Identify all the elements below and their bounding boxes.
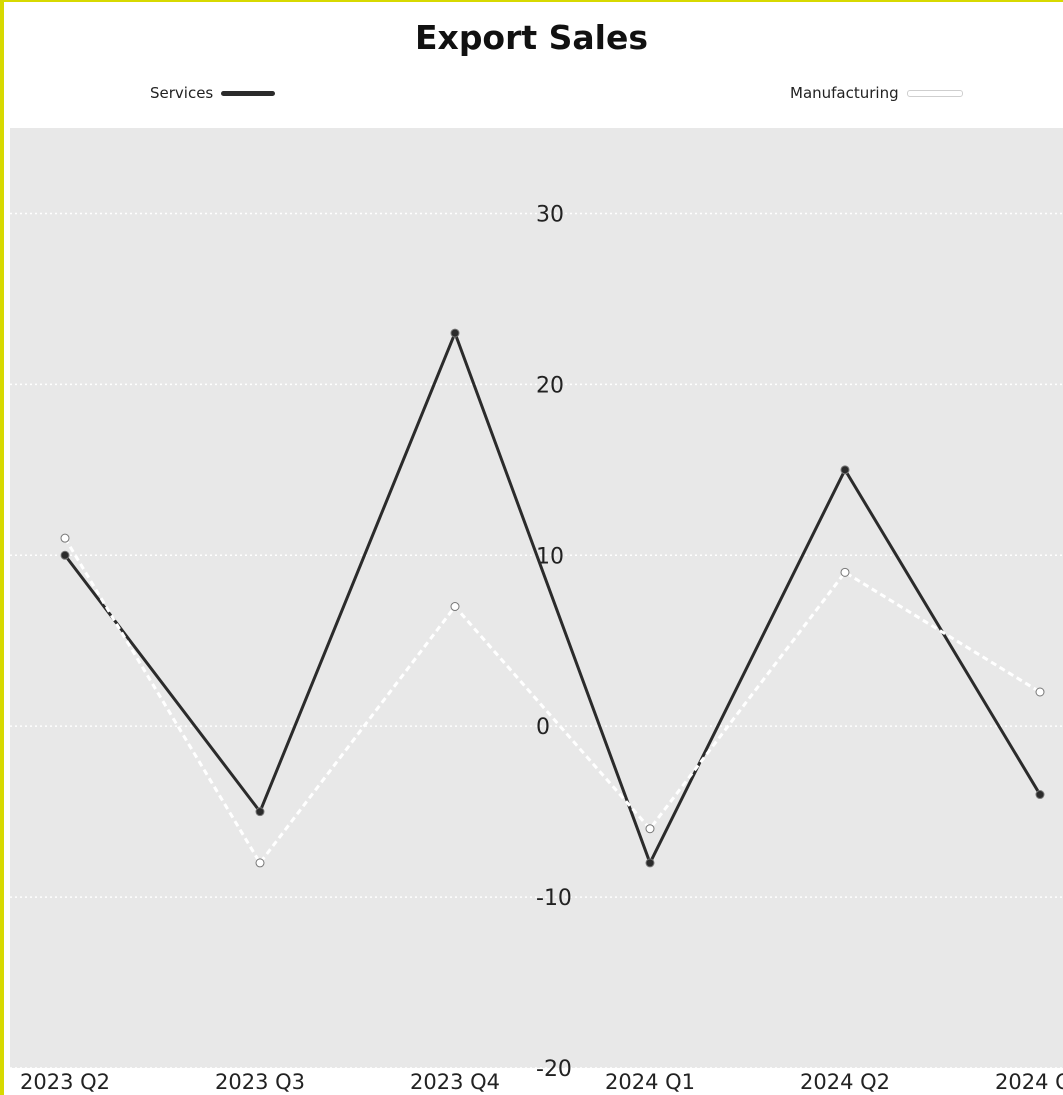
x-tick-label: 2023 Q4 xyxy=(410,1070,500,1094)
chart-plot: -20-100102030 2023 Q2 2023 Q3 2023 Q4 2024 … xyxy=(10,128,1063,1094)
y-tick-label: 30 xyxy=(536,202,564,227)
x-tick-label: 2024 Q1 xyxy=(605,1070,695,1094)
data-point-manufacturing xyxy=(255,858,265,868)
data-point-services xyxy=(450,328,460,338)
data-point-manufacturing xyxy=(60,533,70,543)
data-point-services xyxy=(1035,790,1045,800)
data-point-services xyxy=(255,807,265,817)
y-tick-label: 0 xyxy=(536,715,550,740)
data-point-manufacturing xyxy=(450,602,460,612)
data-point-services xyxy=(840,465,850,475)
x-tick-label: 2023 Q2 xyxy=(20,1070,110,1094)
y-tick-label: 20 xyxy=(536,373,564,398)
data-point-manufacturing xyxy=(645,824,655,834)
x-tick-label: 2023 Q3 xyxy=(215,1070,305,1094)
x-tick-label: 2024 Q3 xyxy=(995,1070,1063,1094)
plot-background xyxy=(10,128,1063,1068)
data-point-services xyxy=(645,858,655,868)
x-tick-label: 2024 Q2 xyxy=(800,1070,890,1094)
y-tick-label: -10 xyxy=(536,886,572,911)
data-point-manufacturing xyxy=(1035,687,1045,697)
data-point-manufacturing xyxy=(840,567,850,577)
data-point-services xyxy=(60,550,70,560)
y-tick-label: -20 xyxy=(536,1057,572,1082)
